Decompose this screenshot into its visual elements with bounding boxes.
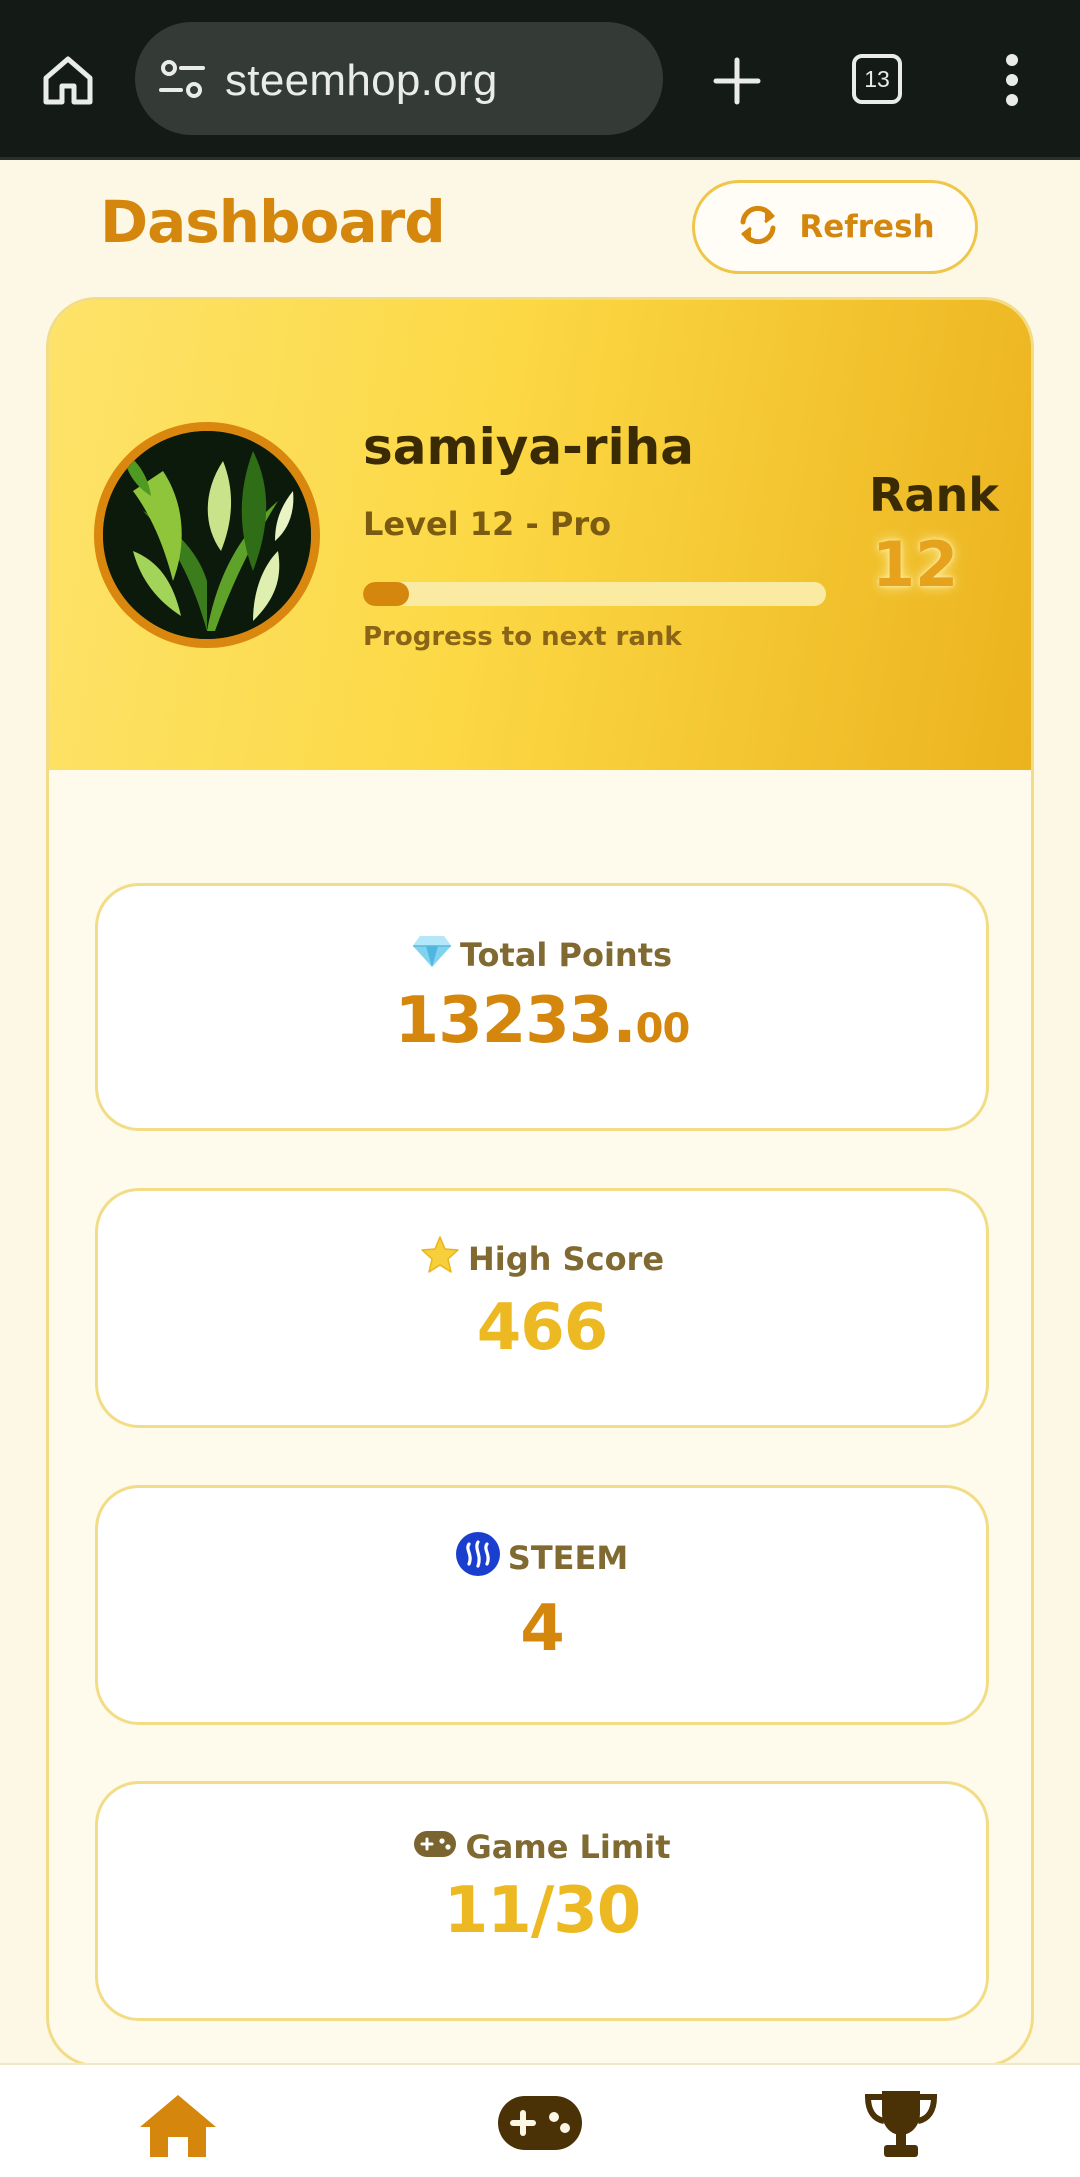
total-points-label: Total Points xyxy=(459,936,673,974)
game-limit-card: Game Limit 11/30 xyxy=(95,1781,989,2021)
level-text: Level 12 - Pro xyxy=(363,505,612,543)
high-score-label-row: High Score xyxy=(98,1235,986,1283)
tune-icon[interactable] xyxy=(159,60,205,98)
gamepad-icon xyxy=(413,1828,457,1866)
steem-label-row: STEEM xyxy=(98,1532,986,1584)
high-score-label: High Score xyxy=(467,1240,665,1278)
high-score-card: High Score 466 xyxy=(95,1188,989,1428)
username: samiya-riha xyxy=(363,418,694,476)
bottom-nav xyxy=(0,2063,1080,2177)
total-points-value: 13233.00 xyxy=(98,984,986,1058)
browser-home-icon[interactable] xyxy=(40,52,96,108)
game-limit-label-row: Game Limit xyxy=(98,1828,986,1866)
page-title: Dashboard xyxy=(100,188,446,256)
refresh-button[interactable]: Refresh xyxy=(692,180,978,274)
avatar[interactable] xyxy=(94,422,320,648)
rank-label: Rank xyxy=(869,468,999,522)
steem-label: STEEM xyxy=(507,1539,629,1577)
high-score-value: 466 xyxy=(476,1291,609,1365)
nav-games[interactable] xyxy=(497,2095,583,2155)
steem-card: STEEM 4 xyxy=(95,1485,989,1725)
rank-progress-bar xyxy=(363,582,826,606)
new-tab-plus-icon[interactable] xyxy=(712,56,762,106)
game-limit-value: 11/30 xyxy=(443,1874,642,1948)
total-points-value-int: 13233. xyxy=(394,984,637,1058)
url-text[interactable]: steemhop.org xyxy=(225,56,498,106)
total-points-card: Total Points 13233.00 xyxy=(95,883,989,1131)
progress-caption: Progress to next rank xyxy=(363,622,682,652)
browser-toolbar: steemhop.org 13 xyxy=(0,0,1080,160)
total-points-value-frac: 00 xyxy=(635,1006,691,1052)
rank-value: 12 xyxy=(872,528,959,601)
rank-progress-fill xyxy=(363,582,410,606)
steem-value: 4 xyxy=(520,1592,565,1666)
profile-header: samiya-riha Level 12 - Pro Progress to n… xyxy=(49,300,1031,770)
home-icon xyxy=(138,2095,218,2163)
nav-leaderboard[interactable] xyxy=(862,2089,940,2163)
total-points-label-row: Total Points xyxy=(98,934,986,976)
more-vert-icon[interactable] xyxy=(1000,54,1024,106)
gem-icon xyxy=(412,934,452,976)
nav-home[interactable] xyxy=(138,2093,218,2163)
game-limit-label: Game Limit xyxy=(465,1828,671,1866)
star-icon xyxy=(420,1235,460,1283)
gamepad-icon xyxy=(497,2096,583,2155)
refresh-label: Refresh xyxy=(799,209,935,245)
trophy-icon xyxy=(862,2091,940,2163)
address-bar[interactable]: steemhop.org xyxy=(135,22,663,135)
sync-icon xyxy=(735,202,781,252)
tab-switcher-button[interactable]: 13 xyxy=(852,54,902,104)
dashboard-card: samiya-riha Level 12 - Pro Progress to n… xyxy=(46,297,1034,2067)
steem-logo-icon xyxy=(455,1532,500,1584)
